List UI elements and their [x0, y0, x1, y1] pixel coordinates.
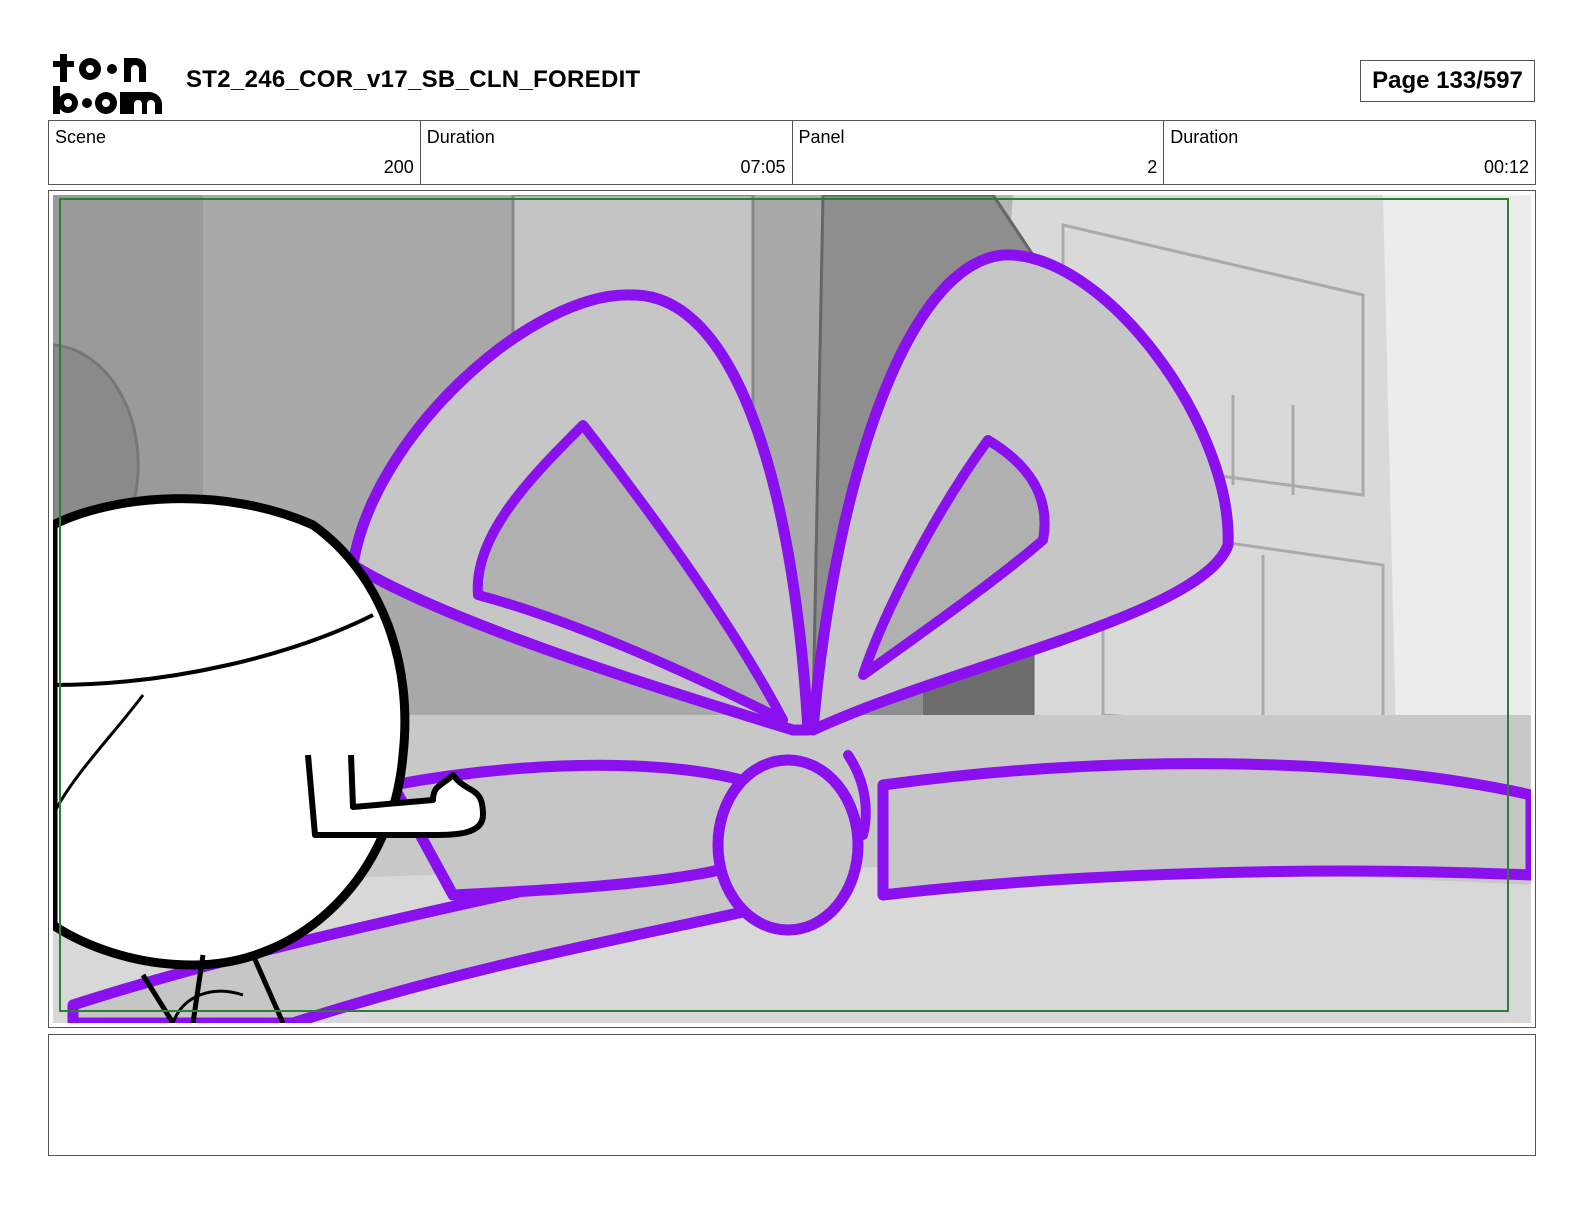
page-indicator: Page 133/597: [1360, 60, 1535, 102]
scene-cell: Scene 200: [49, 121, 421, 184]
document-title: ST2_246_COR_v17_SB_CLN_FOREDIT: [186, 66, 641, 93]
scene-info-table: Scene 200 Duration 07:05 Panel 2 Duratio…: [48, 120, 1536, 185]
scene-duration-value: 07:05: [740, 157, 786, 177]
scene-value: 200: [383, 157, 414, 177]
panel-label: Panel: [798, 127, 845, 147]
panel-duration-cell: Duration 00:12: [1164, 121, 1535, 184]
scene-duration-cell: Duration 07:05: [421, 121, 793, 184]
scene-duration-label: Duration: [426, 127, 495, 147]
panel-duration-label: Duration: [1170, 127, 1239, 147]
storyboard-panel: [48, 190, 1536, 1028]
panel-notes: [48, 1034, 1536, 1156]
panel-cell: Panel 2: [793, 121, 1165, 184]
toon-boom-logo: [53, 54, 163, 114]
panel-duration-value: 00:12: [1483, 157, 1529, 177]
panel-value: 2: [1147, 157, 1158, 177]
scene-label: Scene: [55, 127, 107, 147]
panel-drawing: [53, 195, 1531, 1023]
